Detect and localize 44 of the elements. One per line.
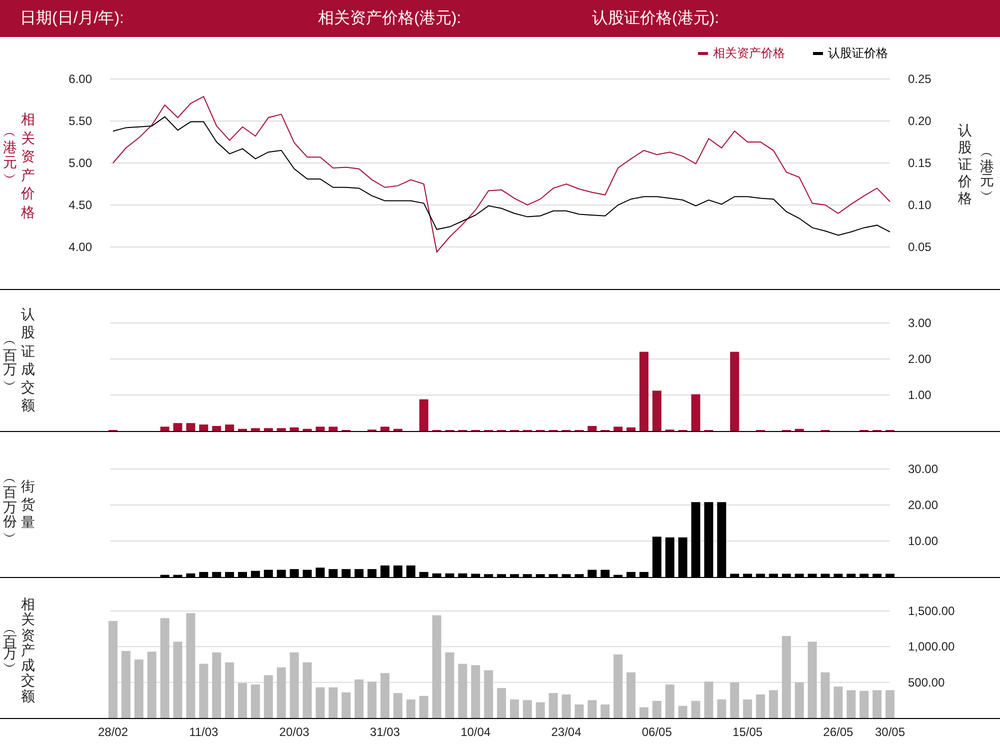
axis-unit: ︵百万份︶	[3, 471, 17, 544]
axis-unit: ︵百万︶	[3, 623, 17, 672]
axis-tick-label: 10/04	[460, 725, 491, 739]
axis-tick-label: 4.50	[68, 198, 92, 212]
axis-tick-label: 5.50	[68, 114, 92, 128]
axis-tick-label: 0.15	[908, 156, 932, 170]
header-label: 日期(日/月/年):	[20, 9, 125, 29]
axis-tick-label: 0.05	[908, 240, 932, 254]
axis-tick-label: 31/03	[370, 725, 400, 739]
axis-tick-label: 26/05	[823, 725, 854, 739]
axis-title: 认股证价格	[958, 122, 972, 207]
axis-tick-label: 1.00	[908, 388, 932, 402]
axis-tick-label: 2.00	[908, 352, 932, 366]
axis-tick-label: 20.00	[908, 498, 938, 512]
header-label: 认股证价格(港元):	[592, 8, 720, 29]
legend-label: 相关资产价格	[713, 45, 785, 62]
header-label: 相关资产价格(港元):	[318, 8, 462, 29]
axis-tick-label: 11/03	[189, 725, 218, 739]
axis-tick-label: 4.00	[68, 240, 92, 254]
axis-tick-label: 10.00	[908, 534, 938, 548]
axis-tick-label: 1,000.00	[908, 640, 955, 654]
axis-tick-label: 1,500.00	[908, 604, 955, 618]
axis-tick-label: 3.00	[908, 316, 932, 330]
axis-title: 认股证成交额	[21, 305, 35, 415]
axis-tick-label: 0.10	[908, 198, 932, 212]
axis-tick-label: 06/05	[642, 725, 672, 739]
axis-tick-label: 30/05	[874, 725, 906, 739]
axis-tick-label: 15/05	[732, 725, 763, 739]
axis-tick-label: 0.25	[908, 72, 932, 86]
axis-title: 相关资产成交额	[21, 597, 35, 704]
axis-tick-label: 23/04	[551, 725, 582, 739]
axis-unit: ︵港元︶	[980, 145, 994, 201]
axis-tick-label: 0.20	[908, 114, 932, 128]
axis-unit: ︵百万︶	[3, 333, 17, 392]
axis-title: 街货量	[21, 477, 35, 531]
axis-unit: ︵港元︶	[3, 125, 17, 184]
axis-tick-label: 6.00	[68, 72, 92, 86]
axis-title: 相关资产价格	[21, 110, 35, 222]
axis-tick-label: 500.00	[908, 675, 945, 690]
axis-tick-label: 20/03	[279, 725, 310, 739]
legend-label: 认股证价格	[828, 45, 888, 62]
axis-tick-label: 30.00	[908, 462, 938, 476]
axis-tick-label: 5.00	[68, 156, 92, 170]
axis-tick-label: 28/02	[98, 725, 128, 739]
